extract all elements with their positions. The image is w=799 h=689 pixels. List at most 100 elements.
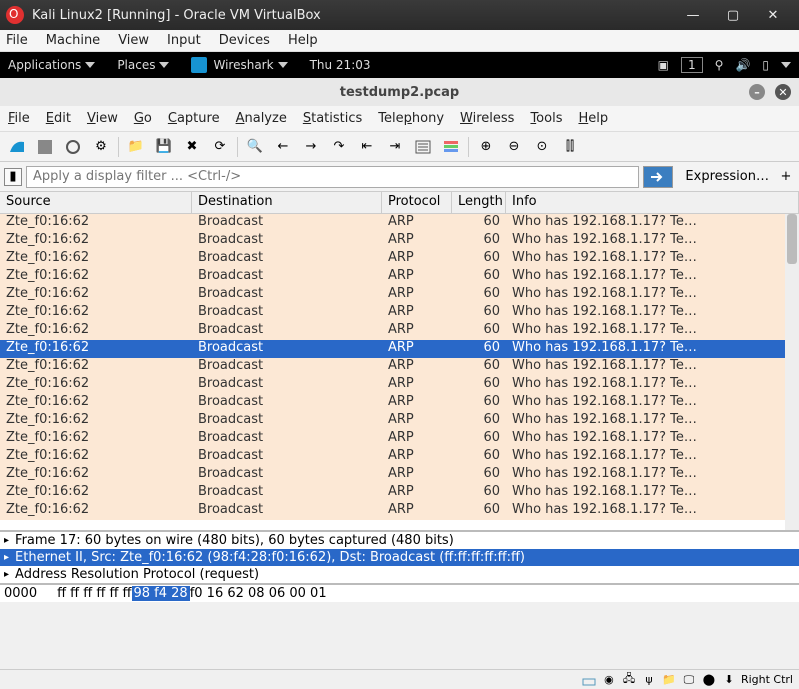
workspace-indicator[interactable]: 1: [681, 57, 703, 73]
close-file-icon[interactable]: ✖: [179, 135, 205, 159]
network-icon[interactable]: 🖧: [621, 672, 637, 688]
expand-icon[interactable]: ▸: [4, 552, 9, 563]
packet-list-scrollbar[interactable]: [785, 214, 799, 530]
next-icon[interactable]: →: [298, 135, 324, 159]
apply-filter-button[interactable]: [643, 166, 673, 188]
ws-menu-analyze[interactable]: Analyze: [236, 111, 287, 126]
ws-menu-go[interactable]: Go: [134, 111, 152, 126]
packet-row[interactable]: Zte_f0:16:62BroadcastARP60Who has 192.16…: [0, 358, 799, 376]
record-icon[interactable]: ⚲: [715, 58, 724, 72]
ws-menu-help[interactable]: Help: [578, 111, 608, 126]
zoom-out-icon[interactable]: ⊖: [501, 135, 527, 159]
prev-icon[interactable]: ←: [270, 135, 296, 159]
vbox-maximize-button[interactable]: ▢: [713, 0, 753, 30]
packet-row[interactable]: Zte_f0:16:62BroadcastARP60Who has 192.16…: [0, 250, 799, 268]
detail-row[interactable]: ▸Frame 17: 60 bytes on wire (480 bits), …: [0, 532, 799, 549]
add-filter-button[interactable]: +: [777, 169, 795, 184]
expression-button[interactable]: Expression…: [677, 169, 777, 184]
ws-menu-statistics[interactable]: Statistics: [303, 111, 362, 126]
packet-row[interactable]: Zte_f0:16:62BroadcastARP60Who has 192.16…: [0, 466, 799, 484]
display-filter-input[interactable]: [26, 166, 639, 188]
column-protocol[interactable]: Protocol: [382, 192, 452, 213]
gnome-clock[interactable]: Thu 21:03: [310, 58, 371, 72]
find-icon[interactable]: 🔍: [242, 135, 268, 159]
packet-bytes-pane[interactable]: 0000 ff ff ff ff ff ff 98 f4 28 f0 16 62…: [0, 583, 799, 602]
reload-icon[interactable]: ⟳: [207, 135, 233, 159]
packet-row[interactable]: Zte_f0:16:62BroadcastARP60Who has 192.16…: [0, 484, 799, 502]
packet-row[interactable]: Zte_f0:16:62BroadcastARP60Who has 192.16…: [0, 448, 799, 466]
host-key-icon[interactable]: ⬇: [721, 672, 737, 688]
packet-row[interactable]: Zte_f0:16:62BroadcastARP60Who has 192.16…: [0, 214, 799, 232]
ws-menu-edit[interactable]: Edit: [46, 111, 71, 126]
packet-row[interactable]: Zte_f0:16:62BroadcastARP60Who has 192.16…: [0, 340, 799, 358]
resize-columns-icon[interactable]: ⫿⫿: [557, 135, 583, 159]
shared-folder-icon[interactable]: 📁: [661, 672, 677, 688]
ws-menu-capture[interactable]: Capture: [168, 111, 220, 126]
display-icon[interactable]: 🖵: [681, 672, 697, 688]
ws-menu-telephony[interactable]: Telephony: [378, 111, 444, 126]
column-destination[interactable]: Destination: [192, 192, 382, 213]
optical-icon[interactable]: ◉: [601, 672, 617, 688]
column-info[interactable]: Info: [506, 192, 799, 213]
vbox-menu-machine[interactable]: Machine: [46, 33, 100, 48]
hex-bytes-selected: 98 f4 28: [132, 586, 190, 601]
stop-button[interactable]: [32, 135, 58, 159]
wireshark-toolbar: ⚙ 📁 💾 ✖ ⟳ 🔍 ← → ↷ ⇤ ⇥ ⊕ ⊖ ⊙ ⫿⫿: [0, 132, 799, 162]
autoscroll-icon[interactable]: [410, 135, 436, 159]
detail-row[interactable]: ▸Address Resolution Protocol (request): [0, 566, 799, 583]
open-icon[interactable]: 📁: [123, 135, 149, 159]
scrollbar-thumb[interactable]: [787, 214, 797, 264]
gnome-applications-menu[interactable]: Applications: [8, 58, 95, 72]
packet-row[interactable]: Zte_f0:16:62BroadcastARP60Who has 192.16…: [0, 430, 799, 448]
packet-row[interactable]: Zte_f0:16:62BroadcastARP60Who has 192.16…: [0, 268, 799, 286]
packet-row[interactable]: Zte_f0:16:62BroadcastARP60Who has 192.16…: [0, 394, 799, 412]
goto-icon[interactable]: ↷: [326, 135, 352, 159]
wireshark-close-button[interactable]: ✕: [775, 84, 791, 100]
usb-icon[interactable]: ψ: [641, 672, 657, 688]
wireshark-minimize-button[interactable]: –: [749, 84, 765, 100]
options-icon[interactable]: ⚙: [88, 135, 114, 159]
packet-row[interactable]: Zte_f0:16:62BroadcastARP60Who has 192.16…: [0, 232, 799, 250]
column-length[interactable]: Length: [452, 192, 506, 213]
display-filter-bar: ▮ Expression… +: [0, 162, 799, 192]
vbox-menu-view[interactable]: View: [118, 33, 149, 48]
ws-menu-tools[interactable]: Tools: [530, 111, 562, 126]
packet-row[interactable]: Zte_f0:16:62BroadcastARP60Who has 192.16…: [0, 502, 799, 520]
expand-icon[interactable]: ▸: [4, 535, 9, 546]
packet-row[interactable]: Zte_f0:16:62BroadcastARP60Who has 192.16…: [0, 286, 799, 304]
last-icon[interactable]: ⇥: [382, 135, 408, 159]
packet-row[interactable]: Zte_f0:16:62BroadcastARP60Who has 192.16…: [0, 376, 799, 394]
zoom-reset-icon[interactable]: ⊙: [529, 135, 555, 159]
vbox-menu-file[interactable]: File: [6, 33, 28, 48]
recording-icon[interactable]: ⬤: [701, 672, 717, 688]
colorize-icon[interactable]: [438, 135, 464, 159]
system-menu-icon[interactable]: [781, 62, 791, 68]
vbox-menu-help[interactable]: Help: [288, 33, 318, 48]
ws-menu-wireless[interactable]: Wireless: [460, 111, 514, 126]
filter-bookmark-icon[interactable]: ▮: [4, 168, 22, 186]
battery-icon[interactable]: ▯: [762, 58, 769, 72]
hdd-icon[interactable]: [581, 672, 597, 688]
packet-row[interactable]: Zte_f0:16:62BroadcastARP60Who has 192.16…: [0, 304, 799, 322]
vbox-minimize-button[interactable]: —: [673, 0, 713, 30]
expand-icon[interactable]: ▸: [4, 569, 9, 580]
zoom-in-icon[interactable]: ⊕: [473, 135, 499, 159]
packet-row[interactable]: Zte_f0:16:62BroadcastARP60Who has 192.16…: [0, 412, 799, 430]
first-icon[interactable]: ⇤: [354, 135, 380, 159]
save-icon[interactable]: 💾: [151, 135, 177, 159]
camera-icon[interactable]: ▣: [658, 58, 669, 72]
packet-row[interactable]: Zte_f0:16:62BroadcastARP60Who has 192.16…: [0, 322, 799, 340]
ws-menu-file[interactable]: File: [8, 111, 30, 126]
vbox-close-button[interactable]: ✕: [753, 0, 793, 30]
vbox-menu-devices[interactable]: Devices: [219, 33, 270, 48]
restart-button[interactable]: [60, 135, 86, 159]
detail-row[interactable]: ▸Ethernet II, Src: Zte_f0:16:62 (98:f4:2…: [0, 549, 799, 566]
gnome-current-app[interactable]: Wireshark: [191, 57, 287, 73]
volume-icon[interactable]: 🔊: [735, 58, 750, 72]
vbox-menu-input[interactable]: Input: [167, 33, 201, 48]
fin-icon[interactable]: [4, 135, 30, 159]
ws-menu-view[interactable]: View: [87, 111, 118, 126]
gnome-places-menu[interactable]: Places: [117, 58, 169, 72]
column-source[interactable]: Source: [0, 192, 192, 213]
wireshark-icon: [191, 57, 207, 73]
